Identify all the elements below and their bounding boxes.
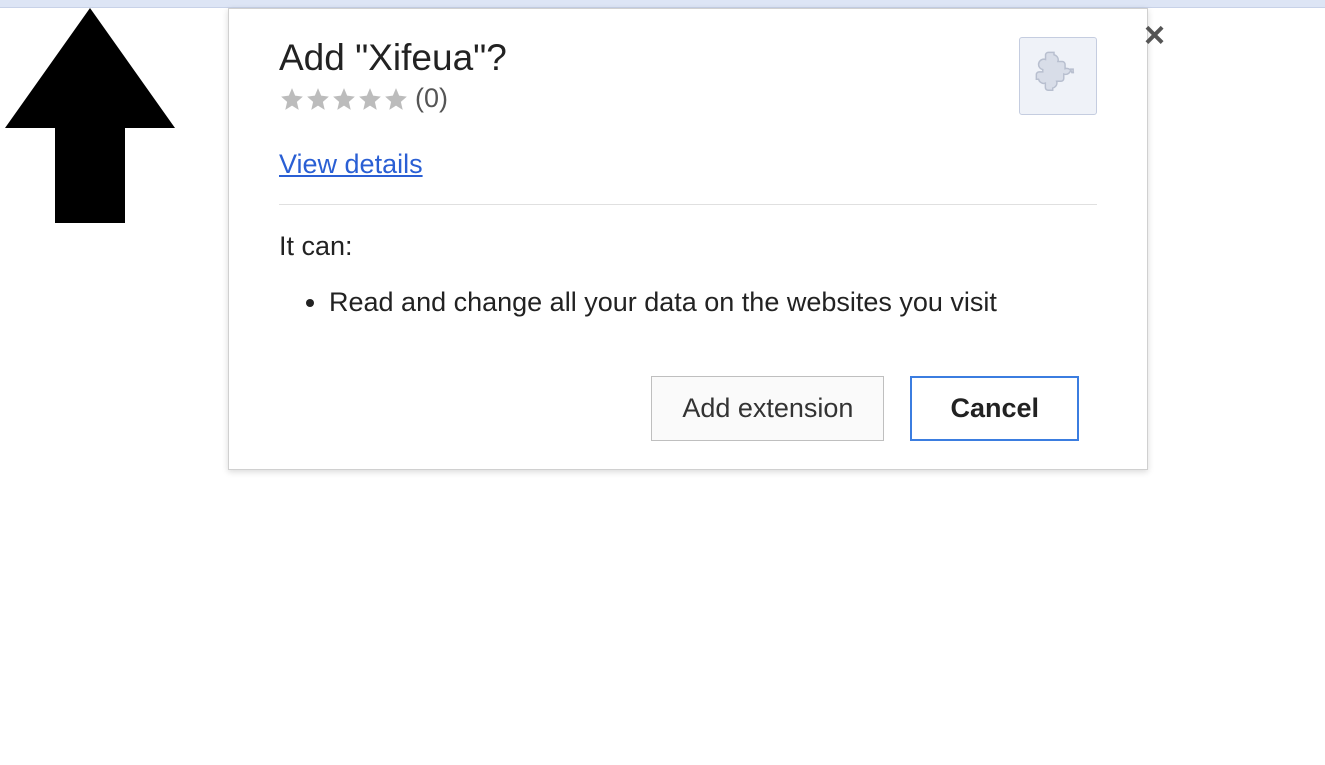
star-icon (357, 86, 383, 112)
dialog-header: Add "Xifeua"? (0) (279, 37, 1097, 115)
button-row: Add extension Cancel (279, 376, 1097, 441)
permissions-list: Read and change all your data on the web… (279, 284, 1097, 322)
close-icon: × (1144, 14, 1165, 55)
star-icon (305, 86, 331, 112)
view-details-link[interactable]: View details (279, 149, 423, 180)
permissions-heading: It can: (279, 231, 1097, 262)
star-icon (331, 86, 357, 112)
dialog-body: Add "Xifeua"? (0) (229, 9, 1147, 441)
dialog-title: Add "Xifeua"? (279, 37, 507, 79)
arrow-up-icon (0, 210, 180, 227)
rating-count: (0) (415, 83, 448, 114)
divider (279, 204, 1097, 205)
rating-row: (0) (279, 83, 507, 114)
add-extension-dialog: × Add "Xifeua"? (0) (228, 8, 1148, 470)
permission-item: Read and change all your data on the web… (329, 284, 1097, 322)
star-rating (279, 86, 409, 112)
star-icon (383, 86, 409, 112)
extension-icon-box (1019, 37, 1097, 115)
puzzle-piece-icon (1032, 48, 1084, 105)
title-block: Add "Xifeua"? (0) (279, 37, 507, 114)
add-extension-button[interactable]: Add extension (651, 376, 884, 441)
cancel-button[interactable]: Cancel (910, 376, 1079, 441)
close-button[interactable]: × (1138, 17, 1171, 53)
top-bar (0, 0, 1325, 8)
star-icon (279, 86, 305, 112)
